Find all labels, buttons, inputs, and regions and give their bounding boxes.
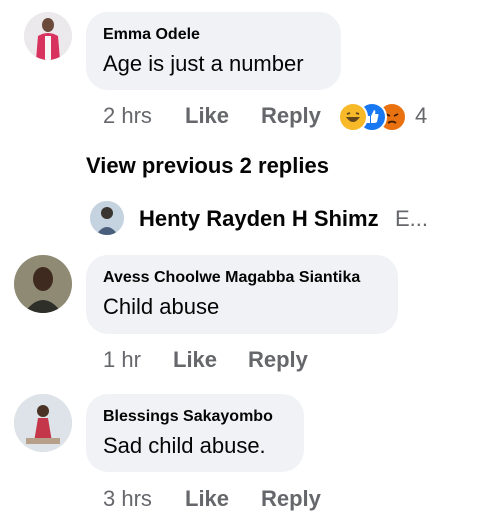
avatar[interactable] (14, 394, 72, 452)
reaction-count[interactable]: 4 (415, 103, 427, 129)
reply-button[interactable]: Reply (261, 103, 321, 129)
reply-button[interactable]: Reply (261, 486, 321, 512)
comment-author[interactable]: Avess Choolwe Magabba Siantika (103, 269, 360, 287)
reply-preview-avatar[interactable] (90, 201, 124, 235)
reply-preview-author[interactable]: Henty Rayden H Shimz (139, 206, 379, 232)
view-previous-replies[interactable]: View previous 2 replies (86, 153, 329, 179)
like-button[interactable]: Like (173, 347, 217, 373)
comment-text: Age is just a number (103, 51, 304, 76)
comment-text: Sad child abuse. (103, 433, 266, 458)
avatar[interactable] (14, 255, 72, 313)
comment-time[interactable]: 2 hrs (103, 103, 152, 129)
avatar-photo (24, 12, 72, 60)
reply-preview-snippet[interactable]: E... (395, 206, 428, 232)
comment-time[interactable]: 3 hrs (103, 486, 152, 512)
haha-icon[interactable] (338, 102, 368, 132)
like-button[interactable]: Like (185, 486, 229, 512)
comment-text: Child abuse (103, 294, 220, 319)
reply-button[interactable]: Reply (248, 347, 308, 373)
comment-author[interactable]: Blessings Sakayombo (103, 408, 273, 426)
comment-author[interactable]: Emma Odele (103, 26, 200, 44)
like-button[interactable]: Like (185, 103, 229, 129)
comment-time[interactable]: 1 hr (103, 347, 141, 373)
avatar[interactable] (24, 12, 72, 60)
